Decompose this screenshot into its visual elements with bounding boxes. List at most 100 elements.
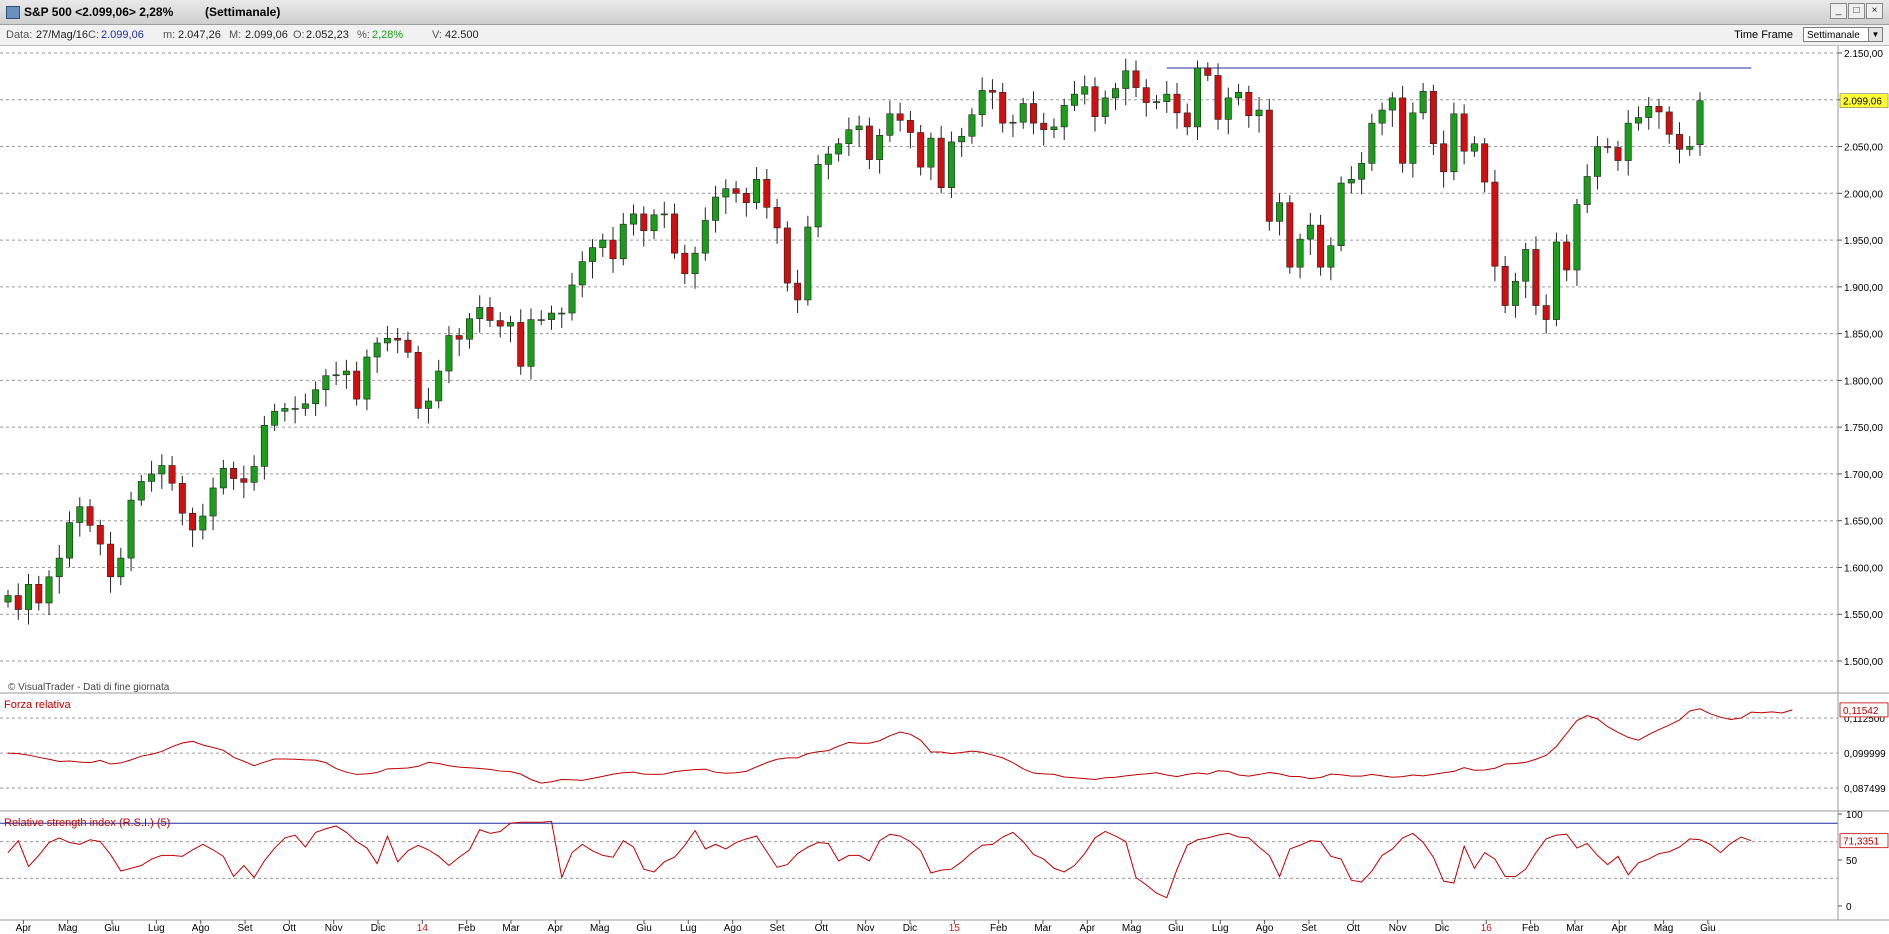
candle-body	[322, 375, 330, 391]
candle-body	[804, 226, 812, 301]
price-tick-label: 1.800,00	[1844, 376, 1883, 387]
candle-body	[1142, 87, 1150, 103]
maximize-icon[interactable]: □	[1848, 3, 1865, 19]
candle-body	[1245, 91, 1253, 116]
candle-body	[209, 487, 217, 517]
candle-body	[178, 482, 186, 514]
price-tick-label: 1.850,00	[1844, 330, 1883, 341]
candle-body	[476, 307, 484, 319]
candle-body	[1019, 103, 1027, 123]
candle-body	[527, 319, 535, 367]
candle-body	[886, 113, 894, 136]
x-tick-label: Lug	[1212, 923, 1229, 934]
candle-body	[732, 188, 740, 194]
candle-body	[722, 188, 730, 198]
candle-body	[1409, 112, 1417, 164]
x-tick-label: Feb	[1522, 923, 1540, 934]
candle-body	[1645, 106, 1653, 118]
x-tick-label: Nov	[857, 923, 875, 934]
candle-body	[1163, 93, 1171, 102]
candle-body	[855, 125, 863, 131]
candle-body	[1009, 121, 1017, 124]
candle-body	[650, 214, 658, 232]
candle-body	[599, 239, 607, 248]
candle-body	[988, 90, 996, 93]
rsi-tick-label: 100	[1846, 810, 1863, 821]
candle-body	[537, 319, 545, 321]
candle-body	[219, 468, 227, 489]
candle-body	[1634, 117, 1642, 124]
candle-body	[291, 408, 299, 410]
candle-body	[865, 125, 873, 160]
date-label: Data:	[6, 29, 33, 41]
candle-body	[301, 403, 309, 409]
candle-body	[1419, 91, 1427, 114]
candle-body	[1460, 113, 1468, 152]
candle-body	[1378, 109, 1386, 124]
pct-label: %:	[357, 29, 370, 41]
candle-body	[455, 335, 463, 340]
candle-body	[1060, 105, 1068, 128]
title-bar: S&P 500 <2.099,06> 2,28% (Settimanale) _…	[0, 0, 1889, 25]
high-label: M:	[229, 29, 242, 41]
candle-body	[773, 207, 781, 229]
close-icon[interactable]: ×	[1866, 3, 1883, 19]
x-tick-label: Lug	[680, 923, 697, 934]
price-tick-label: 1.550,00	[1844, 610, 1883, 621]
candle-body	[753, 178, 761, 203]
x-tick-label: Mar	[502, 923, 520, 934]
candle-body	[1255, 109, 1263, 116]
candle-body	[1306, 224, 1314, 240]
window-subtitle: (Settimanale)	[205, 5, 281, 19]
candle-body	[824, 153, 832, 165]
candle-body	[742, 193, 750, 203]
x-tick-label: Giu	[636, 923, 652, 934]
candle-body	[1542, 305, 1550, 320]
x-tick-label: Apr	[16, 923, 32, 934]
candle-body	[424, 400, 432, 409]
x-tick-label: Giu	[1168, 923, 1184, 934]
candle-body	[927, 137, 935, 168]
app-icon	[6, 6, 20, 19]
minimize-icon[interactable]: _	[1830, 3, 1847, 19]
x-tick-label: Set	[1301, 923, 1316, 934]
candle-body	[1563, 241, 1571, 271]
candle-body	[1214, 75, 1222, 120]
candle-body	[86, 506, 94, 526]
rs-value-label: 0,11542	[1843, 706, 1879, 717]
timeframe-value: Settimanale	[1807, 30, 1860, 41]
candle-body	[1511, 280, 1519, 306]
candle-body	[517, 322, 525, 367]
price-tick-label: 1.900,00	[1844, 283, 1883, 294]
chevron-down-icon[interactable]: ▼	[1868, 28, 1882, 41]
candle-body	[548, 312, 555, 320]
last-price-label: 2.099,06	[1843, 97, 1882, 108]
timeframe-select[interactable]: Settimanale ▼	[1803, 27, 1883, 42]
x-tick-label: 14	[417, 923, 429, 934]
candle-body	[35, 583, 43, 604]
timeframe-label: Time Frame	[1734, 29, 1793, 41]
candle-body	[1040, 122, 1048, 131]
candle-body	[947, 141, 955, 188]
rs-tick-label: 0,087499	[1844, 784, 1886, 795]
candle-body	[1091, 86, 1099, 117]
candle-body	[1440, 143, 1448, 173]
candle-body	[568, 284, 576, 314]
price-tick-label: 1.950,00	[1844, 236, 1883, 247]
candle-body	[1204, 67, 1212, 76]
candle-body	[763, 178, 771, 208]
chart-area: 2.150,002.100,002.050,002.000,001.950,00…	[0, 46, 1889, 934]
x-tick-label: Mag	[1122, 923, 1141, 934]
chart-window: S&P 500 <2.099,06> 2,28% (Settimanale) _…	[0, 0, 1889, 934]
open-label: O:	[293, 29, 305, 41]
rs-tick-label: 0,099999	[1844, 749, 1886, 760]
candle-body	[342, 370, 350, 376]
volume-label: V:	[432, 29, 442, 41]
candle-body	[1552, 241, 1560, 320]
x-tick-label: Ott	[283, 923, 297, 934]
x-tick-label: 16	[1481, 923, 1493, 934]
low-label: m:	[163, 29, 176, 41]
candle-body	[312, 389, 320, 405]
price-tick-label: 1.700,00	[1844, 470, 1883, 481]
candle-body	[1153, 101, 1160, 103]
